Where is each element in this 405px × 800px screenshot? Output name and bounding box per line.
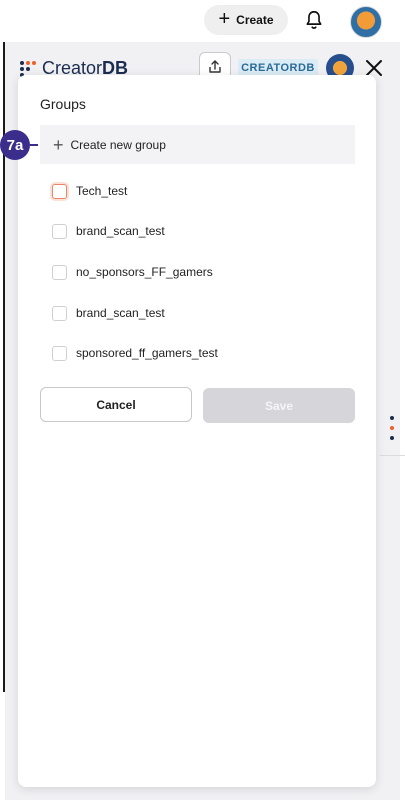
groups-modal: Groups + Create new group Tech_test bran…: [18, 75, 376, 787]
group-label: Tech_test: [76, 184, 128, 198]
create-new-group-button[interactable]: + Create new group: [40, 125, 355, 164]
user-avatar[interactable]: [350, 6, 382, 38]
save-button[interactable]: Save: [203, 388, 355, 423]
group-item[interactable]: Tech_test: [52, 181, 127, 201]
group-item[interactable]: brand_scan_test: [52, 303, 165, 323]
group-label: no_sponsors_FF_gamers: [76, 265, 213, 279]
cancel-button[interactable]: Cancel: [40, 387, 192, 422]
step-annotation-badge: 7a: [0, 130, 30, 160]
create-button-label: Create: [236, 13, 274, 27]
top-bar: + Create: [0, 0, 405, 42]
annotation-pointer: [30, 144, 38, 146]
create-new-group-label: Create new group: [70, 137, 166, 152]
plus-icon: +: [53, 134, 64, 155]
create-button[interactable]: + Create: [204, 5, 288, 35]
group-checkbox[interactable]: [52, 345, 67, 361]
group-item[interactable]: sponsored_ff_gamers_test: [52, 343, 218, 363]
modal-title: Groups: [40, 96, 86, 112]
group-checkbox[interactable]: [52, 305, 67, 321]
more-options-icon[interactable]: [390, 416, 396, 446]
bell-icon[interactable]: [303, 9, 325, 31]
group-checkbox[interactable]: [52, 223, 67, 239]
group-label: brand_scan_test: [76, 224, 165, 238]
group-checkbox[interactable]: [52, 183, 67, 199]
plus-icon: +: [218, 8, 231, 30]
group-item[interactable]: brand_scan_test: [52, 221, 165, 241]
share-icon: [209, 60, 221, 73]
divider: [380, 455, 405, 456]
group-label: sponsored_ff_gamers_test: [76, 346, 218, 360]
group-label: brand_scan_test: [76, 306, 165, 320]
group-item[interactable]: no_sponsors_FF_gamers: [52, 262, 213, 282]
group-checkbox[interactable]: [52, 264, 67, 280]
